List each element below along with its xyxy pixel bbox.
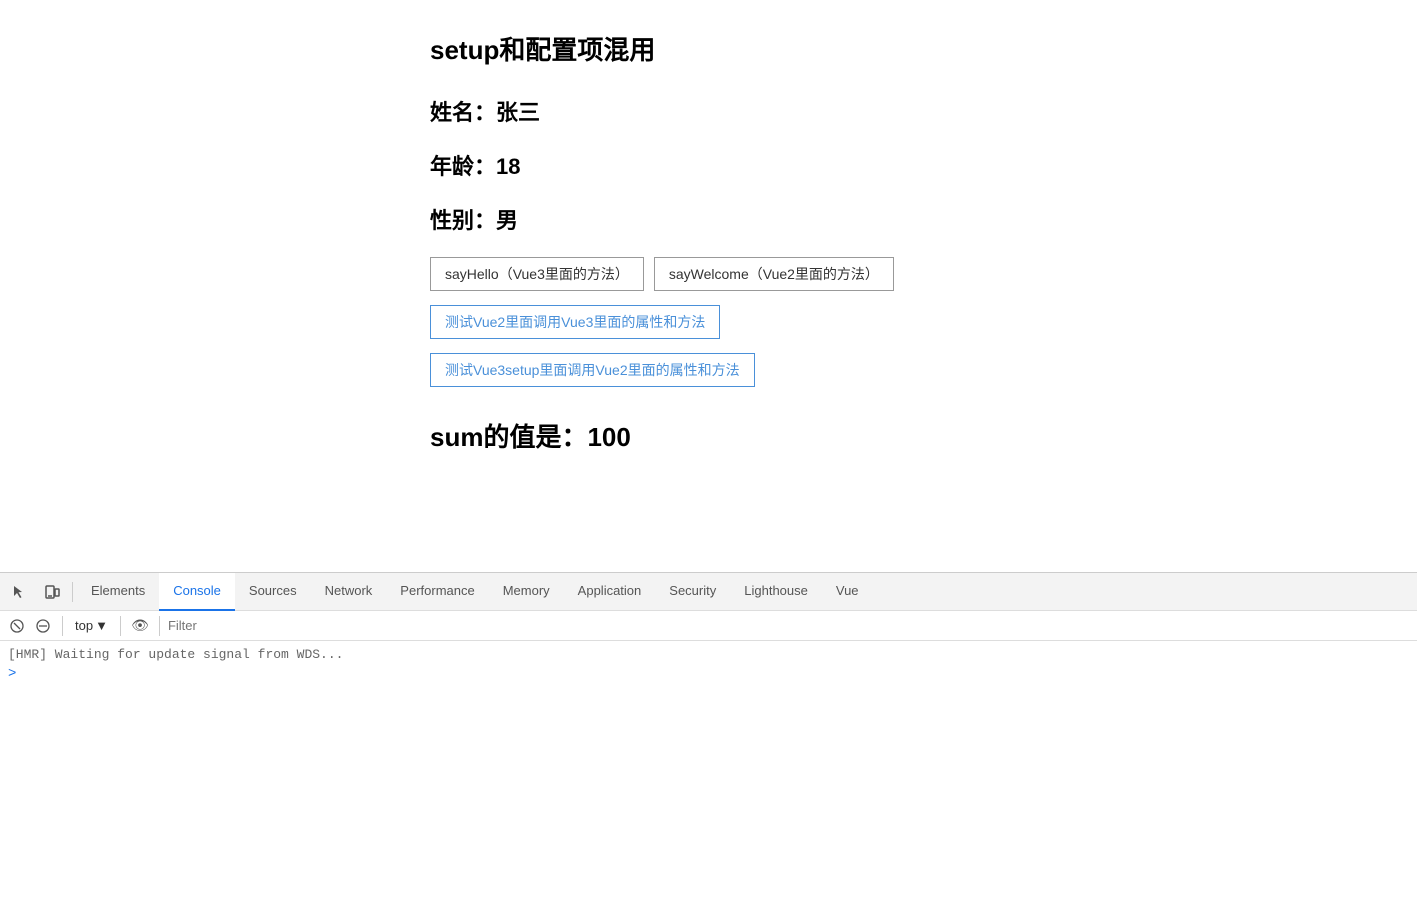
say-welcome-button[interactable]: sayWelcome（Vue2里面的方法） xyxy=(654,257,894,291)
console-output: [HMR] Waiting for update signal from WDS… xyxy=(0,641,1417,902)
devtools-toolbar: Elements Console Sources Network Perform… xyxy=(0,573,1417,611)
console-log-hmr: [HMR] Waiting for update signal from WDS… xyxy=(8,645,1409,664)
console-bar-sep-3 xyxy=(159,616,160,636)
tab-application[interactable]: Application xyxy=(564,573,656,611)
buttons-row-1: sayHello（Vue3里面的方法） sayWelcome（Vue2里面的方法… xyxy=(430,257,1417,291)
tab-performance[interactable]: Performance xyxy=(386,573,488,611)
console-no-log-button[interactable] xyxy=(32,615,54,637)
main-content: setup和配置项混用 姓名：张三 年龄：18 性别：男 sayHello（Vu… xyxy=(0,0,1417,575)
test-vue2-button[interactable]: 测试Vue2里面调用Vue3里面的属性和方法 xyxy=(430,305,720,339)
tab-security[interactable]: Security xyxy=(655,573,730,611)
tab-lighthouse[interactable]: Lighthouse xyxy=(730,573,822,611)
tab-sources[interactable]: Sources xyxy=(235,573,311,611)
tab-memory[interactable]: Memory xyxy=(489,573,564,611)
console-prompt[interactable]: > xyxy=(8,664,1409,684)
tab-network[interactable]: Network xyxy=(311,573,387,611)
console-bar-sep-2 xyxy=(120,616,121,636)
toolbar-separator-1 xyxy=(72,582,73,602)
gender-label: 性别：男 xyxy=(430,203,1417,235)
tab-console[interactable]: Console xyxy=(159,573,235,611)
console-bar-sep-1 xyxy=(62,616,63,636)
console-bar: top ▼ 👁 xyxy=(0,611,1417,641)
devtools-device-icon[interactable] xyxy=(36,576,68,608)
buttons-row-2: 测试Vue2里面调用Vue3里面的属性和方法 xyxy=(430,305,1417,339)
console-filter-input[interactable] xyxy=(168,618,1411,633)
age-label: 年龄：18 xyxy=(430,149,1417,181)
say-hello-button[interactable]: sayHello（Vue3里面的方法） xyxy=(430,257,644,291)
tab-elements[interactable]: Elements xyxy=(77,573,159,611)
console-eye-icon[interactable]: 👁 xyxy=(129,615,151,637)
name-label: 姓名：张三 xyxy=(430,95,1417,127)
tab-vue[interactable]: Vue xyxy=(822,573,873,611)
chevron-down-icon: ▼ xyxy=(95,618,108,633)
test-vue3-button[interactable]: 测试Vue3setup里面调用Vue2里面的属性和方法 xyxy=(430,353,755,387)
devtools-panel: Elements Console Sources Network Perform… xyxy=(0,572,1417,902)
devtools-pointer-icon[interactable] xyxy=(4,576,36,608)
sum-label: sum的值是：100 xyxy=(430,417,1417,454)
console-context-dropdown[interactable]: top ▼ xyxy=(71,615,112,637)
page-title: setup和配置项混用 xyxy=(430,30,1417,67)
console-clear-button[interactable] xyxy=(6,615,28,637)
buttons-row-3: 测试Vue3setup里面调用Vue2里面的属性和方法 xyxy=(430,353,1417,387)
